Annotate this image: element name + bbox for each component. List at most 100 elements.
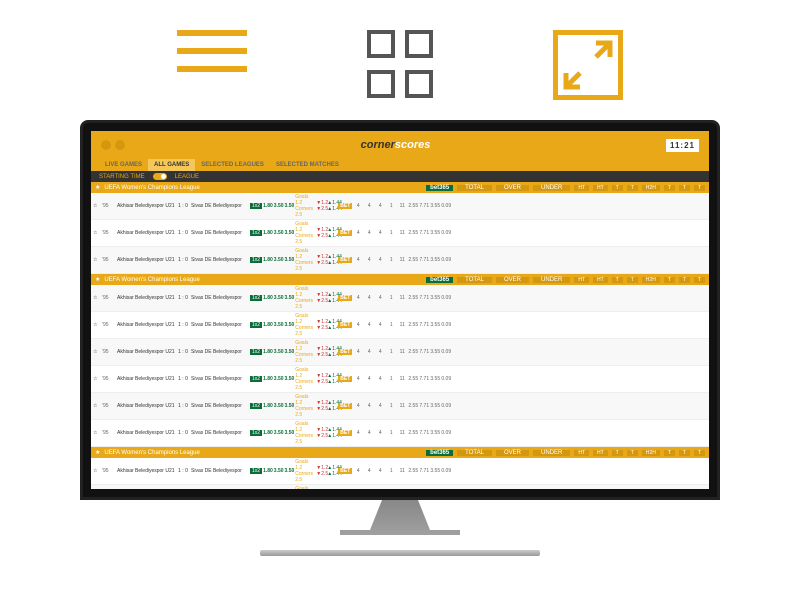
star-icon[interactable]: ★: [95, 276, 100, 283]
odd-x[interactable]: 3.50: [274, 403, 284, 409]
odds-type[interactable]: 1x2: [250, 376, 262, 382]
match-row[interactable]: ☆'95Akhisar Belediyespor U211 : 0Sivas D…: [91, 458, 709, 485]
fav-icon[interactable]: ☆: [93, 376, 101, 382]
bet-button[interactable]: BET: [338, 349, 352, 355]
bet-button[interactable]: BET: [338, 295, 352, 301]
odd-1[interactable]: 1.80: [263, 376, 273, 382]
match-row[interactable]: ☆'95Akhisar Belediyespor U211 : 0Sivas D…: [91, 339, 709, 366]
bet-button[interactable]: BET: [338, 403, 352, 409]
expand-icon[interactable]: [553, 30, 623, 100]
odd-1[interactable]: 1.80: [263, 203, 273, 209]
match-row[interactable]: ☆'95Akhisar Belediyespor U211 : 0Sivas D…: [91, 420, 709, 447]
odd-x[interactable]: 3.50: [274, 203, 284, 209]
odd-2[interactable]: 3.50: [285, 230, 295, 236]
bet-button[interactable]: BET: [338, 376, 352, 382]
match-row[interactable]: ☆'95Akhisar Belediyespor U211 : 0Sivas D…: [91, 220, 709, 247]
grid-icon[interactable]: [367, 30, 433, 100]
fav-icon[interactable]: ☆: [93, 203, 101, 209]
odd-2[interactable]: 3.50: [285, 468, 295, 474]
odd-2[interactable]: 3.50: [285, 349, 295, 355]
odds-type[interactable]: 1x2: [250, 430, 262, 436]
odds-type[interactable]: 1x2: [250, 322, 262, 328]
menu-icon[interactable]: [177, 30, 247, 100]
odds-type[interactable]: 1x2: [250, 295, 262, 301]
odd-1[interactable]: 1.80: [263, 230, 273, 236]
match-row[interactable]: ☆'95Akhisar Belediyespor U211 : 0Sivas D…: [91, 193, 709, 220]
stat-val: 2.55: [408, 376, 418, 382]
tab-selected-leagues[interactable]: SELECTED LEAGUES: [195, 159, 270, 171]
facebook-icon[interactable]: [101, 140, 111, 150]
odd-x[interactable]: 3.50: [274, 376, 284, 382]
fav-icon[interactable]: ☆: [93, 403, 101, 409]
odd-x[interactable]: 3.50: [274, 257, 284, 263]
odd-1[interactable]: 1.80: [263, 322, 273, 328]
match-row[interactable]: ☆'95Akhisar Belediyespor U211 : 0Sivas D…: [91, 285, 709, 312]
bet365-logo[interactable]: bet365: [426, 277, 453, 283]
odd-x[interactable]: 3.50: [274, 430, 284, 436]
tab-selected-matches[interactable]: SELECTED MATCHES: [270, 159, 345, 171]
match-time: '95: [102, 430, 116, 436]
stat-val: 7.71: [419, 430, 429, 436]
odd-2[interactable]: 3.50: [285, 295, 295, 301]
match-row[interactable]: ☆'95Akhisar Belediyespor U211 : 0Sivas D…: [91, 247, 709, 274]
bet365-logo[interactable]: bet365: [426, 450, 453, 456]
odds-type[interactable]: 1x2: [250, 230, 262, 236]
odds-type[interactable]: 1x2: [250, 349, 262, 355]
fav-icon[interactable]: ☆: [93, 295, 101, 301]
fav-icon[interactable]: ☆: [93, 230, 101, 236]
odd-1[interactable]: 1.80: [263, 468, 273, 474]
odd-1[interactable]: 1.80: [263, 430, 273, 436]
odd-2[interactable]: 3.50: [285, 203, 295, 209]
sort-toggle[interactable]: [153, 173, 167, 180]
bet-button[interactable]: BET: [338, 468, 352, 474]
odd-x[interactable]: 3.50: [274, 230, 284, 236]
bet-button[interactable]: BET: [338, 230, 352, 236]
bet-button[interactable]: BET: [338, 322, 352, 328]
league-header[interactable]: ★UEFA Women's Champions Leaguebet365TOTA…: [91, 274, 709, 285]
odd-1[interactable]: 1.80: [263, 295, 273, 301]
odd-x[interactable]: 3.50: [274, 349, 284, 355]
match-row[interactable]: ☆'95Akhisar Belediyespor U211 : 0Sivas D…: [91, 393, 709, 420]
fav-icon[interactable]: ☆: [93, 349, 101, 355]
match-row[interactable]: ☆'95Akhisar Belediyespor U211 : 0Sivas D…: [91, 485, 709, 489]
fav-icon[interactable]: ☆: [93, 257, 101, 263]
odd-2[interactable]: 3.50: [285, 430, 295, 436]
tab-all-games[interactable]: ALL GAMES: [148, 159, 195, 171]
fav-icon[interactable]: ☆: [93, 322, 101, 328]
odd-x[interactable]: 3.50: [274, 322, 284, 328]
main-tabs: LIVE GAMESALL GAMESSELECTED LEAGUESSELEC…: [91, 159, 709, 171]
league-header[interactable]: ★UEFA Women's Champions Leaguebet365TOTA…: [91, 447, 709, 458]
odd-x[interactable]: 3.50: [274, 295, 284, 301]
stat-val: 1: [386, 403, 396, 409]
filter-bar: STARTING TIMELEAGUE: [91, 171, 709, 182]
odds-type[interactable]: 1x2: [250, 257, 262, 263]
odd-1[interactable]: 1.80: [263, 257, 273, 263]
odd-2[interactable]: 3.50: [285, 376, 295, 382]
twitter-icon[interactable]: [115, 140, 125, 150]
social-icons[interactable]: [101, 140, 125, 150]
odd-2[interactable]: 3.50: [285, 322, 295, 328]
bet-button[interactable]: BET: [338, 203, 352, 209]
odd-x[interactable]: 3.50: [274, 468, 284, 474]
odd-1[interactable]: 1.80: [263, 349, 273, 355]
star-icon[interactable]: ★: [95, 449, 100, 456]
fav-icon[interactable]: ☆: [93, 430, 101, 436]
league-header[interactable]: ★UEFA Women's Champions Leaguebet365TOTA…: [91, 182, 709, 193]
odds-type[interactable]: 1x2: [250, 203, 262, 209]
fav-icon[interactable]: ☆: [93, 468, 101, 474]
stat-col: H2H: [642, 450, 660, 456]
stat-val: 4: [353, 257, 363, 263]
bet-button[interactable]: BET: [338, 430, 352, 436]
match-row[interactable]: ☆'95Akhisar Belediyespor U211 : 0Sivas D…: [91, 312, 709, 339]
odds-type[interactable]: 1x2: [250, 403, 262, 409]
bet-button[interactable]: BET: [338, 257, 352, 263]
tab-live-games[interactable]: LIVE GAMES: [99, 159, 148, 171]
odd-2[interactable]: 3.50: [285, 257, 295, 263]
odd-1[interactable]: 1.80: [263, 403, 273, 409]
stat-val: 3.55: [430, 468, 440, 474]
odd-2[interactable]: 3.50: [285, 403, 295, 409]
odds-type[interactable]: 1x2: [250, 468, 262, 474]
match-row[interactable]: ☆'95Akhisar Belediyespor U211 : 0Sivas D…: [91, 366, 709, 393]
bet365-logo[interactable]: bet365: [426, 185, 453, 191]
star-icon[interactable]: ★: [95, 184, 100, 191]
